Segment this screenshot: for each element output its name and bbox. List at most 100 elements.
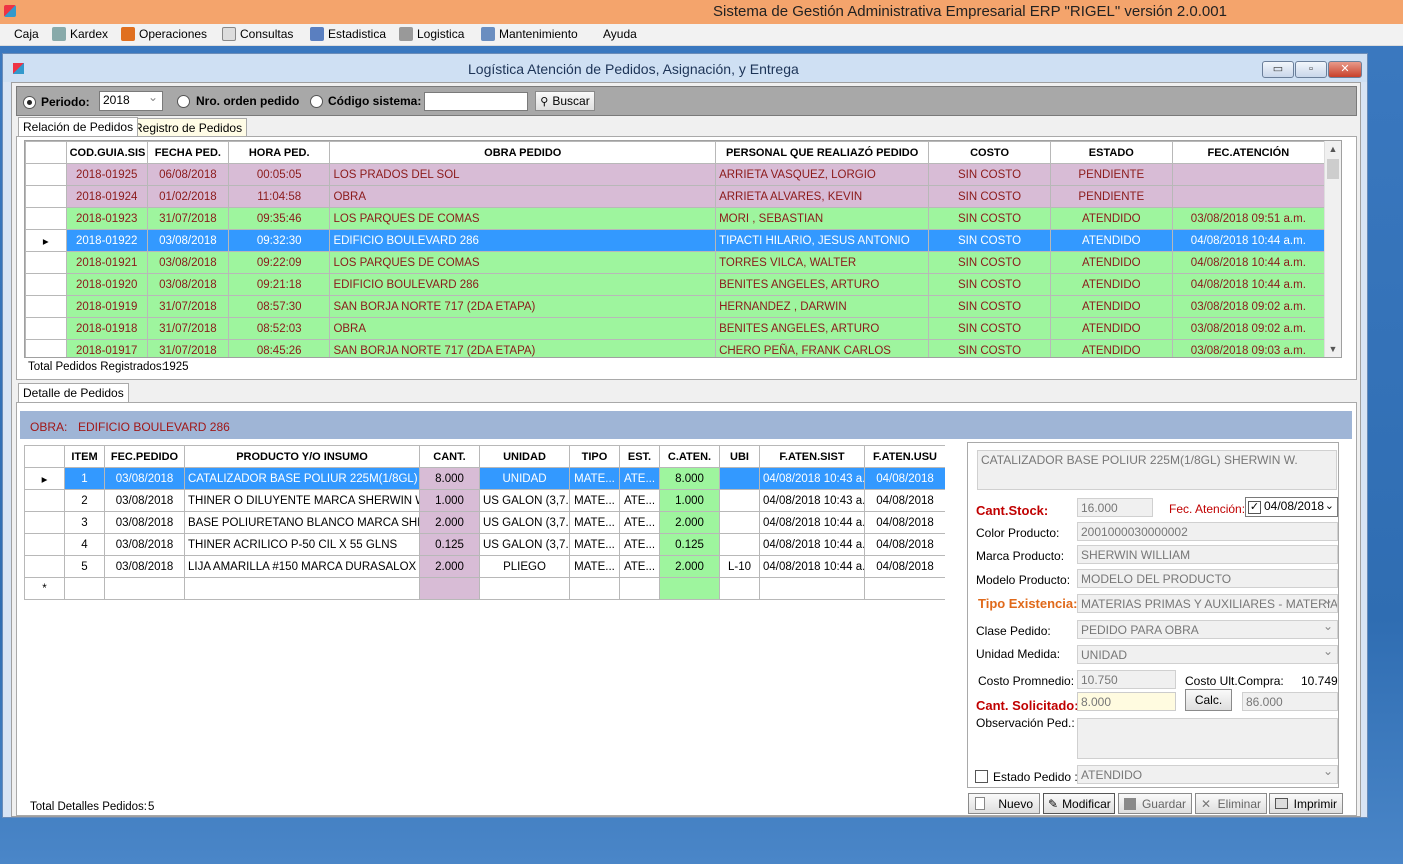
pedido-cell[interactable]: 04/08/2018 10:44 a.m. xyxy=(1171,251,1326,274)
row-header[interactable] xyxy=(25,163,67,186)
pedido-cell[interactable]: 09:32:30 xyxy=(227,229,331,252)
detalle-cell[interactable]: ATE... xyxy=(619,511,660,534)
pedido-row[interactable]: 2018-01921 03/08/2018 09:22:09 LOS PARQUES … xyxy=(25,251,1326,274)
pedido-cell[interactable] xyxy=(1171,163,1326,186)
pedido-cell[interactable]: 2018-01922 xyxy=(65,229,148,252)
imprimir-button[interactable]: Imprimir xyxy=(1269,793,1343,814)
pedido-cell[interactable]: SIN COSTO xyxy=(928,207,1051,230)
detalle-cell[interactable] xyxy=(719,511,760,534)
detalle-cell[interactable] xyxy=(719,467,760,490)
col-header[interactable]: FECHA PED. xyxy=(146,141,229,164)
detalle-cell[interactable]: US GALON (3,7... xyxy=(479,511,570,534)
menu-logistica[interactable]: Logistica xyxy=(399,27,464,41)
fec-atencion-picker[interactable]: ✓ 04/08/2018 ⌄ xyxy=(1245,497,1338,517)
pedido-cell[interactable]: BENITES ANGELES, ARTURO xyxy=(715,317,930,340)
col-header[interactable]: C.ATEN. xyxy=(659,445,720,468)
pedido-cell[interactable]: 08:45:26 xyxy=(227,339,331,357)
row-header[interactable] xyxy=(25,339,67,357)
pedido-cell[interactable]: SIN COSTO xyxy=(928,251,1051,274)
scroll-down-icon[interactable]: ▼ xyxy=(1325,341,1341,357)
detalle-cell[interactable]: 1.000 xyxy=(419,489,480,512)
detalle-cell[interactable]: MATE... xyxy=(569,511,620,534)
menu-estadistica[interactable]: Estadistica xyxy=(310,27,386,41)
pedido-row[interactable]: 2018-01917 31/07/2018 08:45:26 SAN BORJA NO… xyxy=(25,339,1326,357)
detalle-cell[interactable]: 04/08/2018 10:44 a.m. xyxy=(759,533,865,556)
pedido-cell[interactable]: 03/08/2018 09:51 a.m. xyxy=(1171,207,1326,230)
detalle-cell[interactable]: THINER ACRILICO P-50 CIL X 55 GLNS xyxy=(184,533,420,556)
col-header[interactable]: ITEM xyxy=(64,445,105,468)
pedido-cell[interactable]: ATENDIDO xyxy=(1049,207,1173,230)
guardar-button[interactable]: Guardar xyxy=(1118,793,1192,814)
pedido-cell[interactable]: SAN BORJA NORTE 717 (2DA ETAPA) xyxy=(329,295,717,318)
nro-orden-radio[interactable] xyxy=(177,95,190,108)
menu-kardex[interactable]: Kardex xyxy=(52,27,108,41)
detalle-cell[interactable]: L-10 xyxy=(719,555,760,578)
pedido-cell[interactable]: TIPACTI HILARIO, JESUS ANTONIO xyxy=(715,229,930,252)
pedido-cell[interactable]: 11:04:58 xyxy=(227,185,331,208)
pedido-cell[interactable]: LOS PRADOS DEL SOL xyxy=(329,163,717,186)
col-header[interactable]: HORA PED. xyxy=(227,141,331,164)
detalle-cell[interactable]: 03/08/2018 xyxy=(104,511,185,534)
pedido-cell[interactable]: 03/08/2018 09:02 a.m. xyxy=(1171,317,1326,340)
detalle-cell[interactable]: ATE... xyxy=(619,467,660,490)
pedido-cell[interactable]: 01/02/2018 xyxy=(146,185,229,208)
detalle-cell[interactable]: 04/08/2018 10:43 a.m. xyxy=(759,467,865,490)
pedido-cell[interactable]: 2018-01924 xyxy=(65,185,148,208)
detalle-cell[interactable]: 03/08/2018 xyxy=(104,489,185,512)
pedido-cell[interactable]: ATENDIDO xyxy=(1049,317,1173,340)
pedido-cell[interactable]: 31/07/2018 xyxy=(146,317,229,340)
pedido-cell[interactable]: LOS PARQUES DE COMAS xyxy=(329,207,717,230)
pedido-row[interactable]: 2018-01920 03/08/2018 09:21:18 EDIFICIO BOU… xyxy=(25,273,1326,296)
row-header[interactable] xyxy=(24,555,65,578)
pedido-cell[interactable]: ATENDIDO xyxy=(1049,339,1173,357)
current-row-indicator[interactable]: ▸ xyxy=(24,467,65,490)
periodo-radio[interactable] xyxy=(23,96,36,109)
detalle-cell[interactable]: 3 xyxy=(64,511,105,534)
pedido-cell[interactable]: SIN COSTO xyxy=(928,229,1051,252)
pedido-cell[interactable]: 00:05:05 xyxy=(227,163,331,186)
pedido-row[interactable]: 2018-01923 31/07/2018 09:35:46 LOS PARQUES … xyxy=(25,207,1326,230)
pedido-cell[interactable]: 03/08/2018 xyxy=(146,229,229,252)
pedido-cell[interactable]: 03/08/2018 xyxy=(146,251,229,274)
menu-operaciones[interactable]: Operaciones xyxy=(121,27,207,41)
detalle-cell[interactable]: 03/08/2018 xyxy=(104,533,185,556)
col-header[interactable]: PRODUCTO Y/O INSUMO xyxy=(184,445,420,468)
estado-pedido-checkbox[interactable] xyxy=(975,770,988,783)
detalle-cell[interactable] xyxy=(184,577,420,600)
estado-pedido-select[interactable]: ATENDIDO xyxy=(1077,765,1338,784)
pedido-cell[interactable]: PENDIENTE xyxy=(1049,185,1173,208)
detalle-cell[interactable]: 0.125 xyxy=(419,533,480,556)
pedido-cell[interactable]: OBRA xyxy=(329,317,717,340)
row-header[interactable] xyxy=(25,273,67,296)
detalle-cell[interactable]: 8.000 xyxy=(419,467,480,490)
detalle-cell[interactable]: BASE POLIURETANO BLANCO MARCA SHE... xyxy=(184,511,420,534)
nuevo-button[interactable]: Nuevo xyxy=(968,793,1040,814)
menu-consultas[interactable]: Consultas xyxy=(222,27,293,41)
detalle-cell[interactable] xyxy=(719,577,760,600)
detalle-row[interactable]: 4 03/08/2018 THINER ACRILICO P-50 CIL X 55… xyxy=(24,533,945,556)
detalle-cell[interactable]: 04/08/2018 10:44 a.m. xyxy=(759,555,865,578)
observacion-field[interactable] xyxy=(1077,718,1338,759)
detalle-cell[interactable] xyxy=(569,577,620,600)
detalle-cell[interactable]: PLIEGO xyxy=(479,555,570,578)
pedido-cell[interactable]: HERNANDEZ , DARWIN xyxy=(715,295,930,318)
detalle-cell[interactable] xyxy=(719,533,760,556)
pedido-row[interactable]: 2018-01924 01/02/2018 11:04:58 OBRA ARRIETA … xyxy=(25,185,1326,208)
detalle-cell[interactable]: 04/08/2018 xyxy=(864,511,945,534)
detalle-cell[interactable]: 1 xyxy=(64,467,105,490)
detalle-cell[interactable]: US GALON (3,7... xyxy=(479,489,570,512)
col-header[interactable]: UBI xyxy=(719,445,760,468)
pedido-cell[interactable]: 04/08/2018 10:44 a.m. xyxy=(1171,229,1326,252)
detalle-cell[interactable] xyxy=(64,577,105,600)
detalle-cell[interactable]: 2.000 xyxy=(419,555,480,578)
detalle-cell[interactable]: 04/08/2018 10:43 a.m. xyxy=(759,489,865,512)
pedido-cell[interactable]: 2018-01918 xyxy=(65,317,148,340)
pedido-cell[interactable]: SIN COSTO xyxy=(928,317,1051,340)
pedido-row[interactable]: ▸ 2018-01922 03/08/2018 09:32:30 EDIFICIO BO… xyxy=(25,229,1326,252)
pedido-cell[interactable]: ARRIETA VASQUEZ, LORGIO xyxy=(715,163,930,186)
col-header[interactable]: COSTO xyxy=(928,141,1051,164)
detalle-new-row[interactable]: * xyxy=(24,577,945,600)
pedido-cell[interactable]: 03/08/2018 09:02 a.m. xyxy=(1171,295,1326,318)
detalle-row[interactable]: ▸ 1 03/08/2018 CATALIZADOR BASE POLIUR 225M… xyxy=(24,467,945,490)
pedido-cell[interactable]: ATENDIDO xyxy=(1049,295,1173,318)
